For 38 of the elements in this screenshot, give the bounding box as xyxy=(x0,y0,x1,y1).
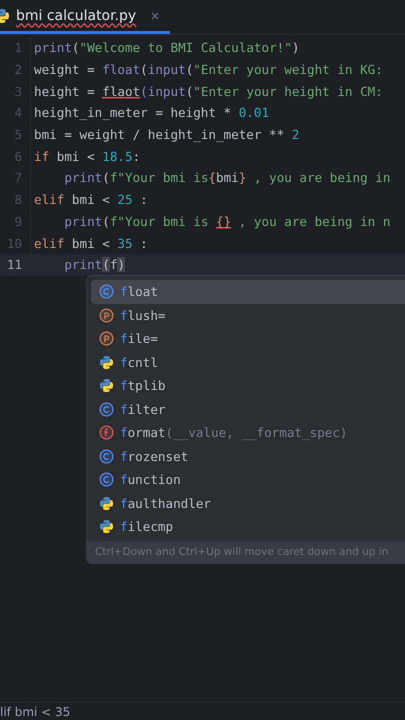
completion-item[interactable]: flush= xyxy=(91,304,405,327)
parameter-icon xyxy=(99,331,114,346)
breadcrumb[interactable]: lif bmi < 35 xyxy=(0,704,70,718)
code-line[interactable]: print(f"Your bmi is{bmi} , you are being in xyxy=(34,170,390,186)
completion-item[interactable]: frozenset xyxy=(91,444,405,468)
class-icon xyxy=(99,284,114,300)
completion-item[interactable]: filecmp xyxy=(91,515,405,538)
class-icon xyxy=(99,472,114,488)
completion-item[interactable]: format(__value, __format_spec) xyxy=(91,421,405,444)
code-line[interactable]: print("Welcome to BMI Calculator!") xyxy=(34,40,300,56)
class-icon xyxy=(99,448,114,464)
code-line[interactable]: height = flaot(input("Enter your height in CM: xyxy=(34,84,383,99)
code-line[interactable]: print(f) xyxy=(34,257,126,272)
completion-item[interactable]: file= xyxy=(91,327,405,350)
python-icon xyxy=(99,378,114,394)
completion-item[interactable]: faulthandler xyxy=(91,492,405,515)
completion-item[interactable]: fcntl xyxy=(91,350,405,374)
python-icon xyxy=(99,354,114,370)
completion-item[interactable]: function xyxy=(91,468,405,492)
code-line[interactable]: print(f"Your bmi is {} , you are being in n xyxy=(34,214,390,229)
function-icon xyxy=(99,425,114,440)
code-line[interactable]: bmi = weight / height_in_meter ** 2 xyxy=(34,127,300,142)
hint-text: Ctrl+Down and Ctrl+Up will move caret down and up in xyxy=(87,540,405,562)
code-line[interactable]: height_in_meter = height * 0.01 xyxy=(34,105,270,120)
completion-item[interactable]: ftplib xyxy=(91,374,405,398)
code-line[interactable]: elif bmi < 35 : xyxy=(34,236,148,251)
file-tab[interactable]: bmi calculator.py xyxy=(0,0,170,34)
python-icon xyxy=(99,519,114,534)
completion-item[interactable]: float xyxy=(91,280,405,304)
python-icon xyxy=(99,496,114,511)
close-icon[interactable] xyxy=(150,10,160,20)
line-number: 11 xyxy=(0,254,31,276)
parameter-icon xyxy=(99,308,114,323)
code-line[interactable]: elif bmi < 25 : xyxy=(34,192,148,208)
code-line[interactable]: if bmi < 18.5: xyxy=(34,148,140,164)
code-line[interactable]: weight = float(input("Enter your weight in KG: xyxy=(34,62,383,78)
class-icon xyxy=(99,402,114,417)
completion-item[interactable]: filter xyxy=(91,398,405,421)
